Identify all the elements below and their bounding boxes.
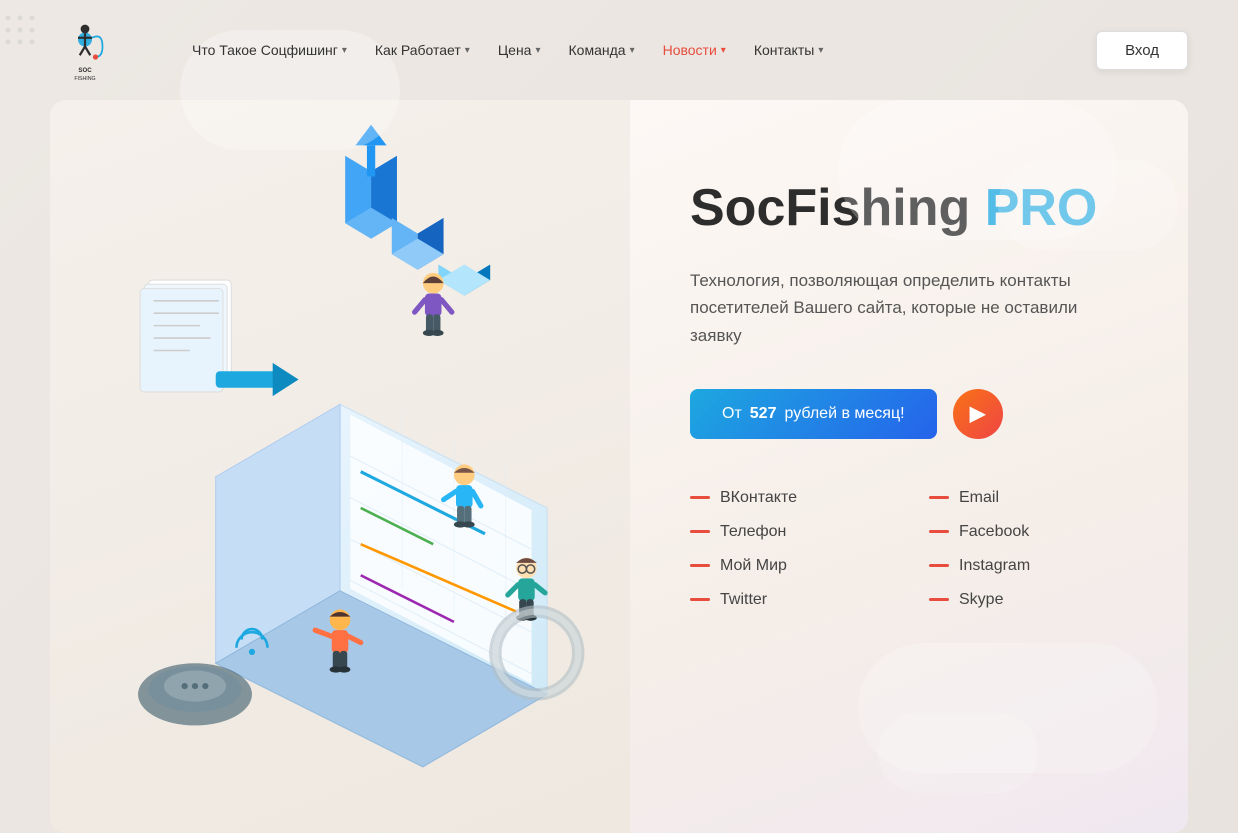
main-nav: Что Такое Соцфишинг ▾ Как Работает ▾ Цен… xyxy=(180,34,1096,66)
contacts-grid: ВКонтакте Email Телефон Facebook Мой Мир xyxy=(690,489,1128,609)
nav-item-news[interactable]: Новости ▾ xyxy=(651,34,738,66)
cta-suffix: рублей в месяц! xyxy=(784,405,904,423)
contact-item-instagram[interactable]: Instagram xyxy=(929,557,1128,575)
nav-item-team[interactable]: Команда ▾ xyxy=(557,34,647,66)
cta-prefix: От xyxy=(722,405,742,423)
decorative-dots xyxy=(0,10,40,50)
chevron-down-icon: ▾ xyxy=(465,45,470,56)
login-button[interactable]: Вход xyxy=(1096,31,1188,70)
contact-dash-icon xyxy=(690,530,710,533)
nav-item-price[interactable]: Цена ▾ xyxy=(486,34,553,66)
cta-row: От 527 рублей в месяц! ▶ xyxy=(690,389,1128,439)
svg-text:FISHING: FISHING xyxy=(74,76,95,82)
cta-button[interactable]: От 527 рублей в месяц! xyxy=(690,389,937,439)
contact-item-phone[interactable]: Телефон xyxy=(690,523,889,541)
contact-dash-icon xyxy=(690,496,710,499)
contact-item-email[interactable]: Email xyxy=(929,489,1128,507)
illustration-panel xyxy=(50,100,630,833)
hero-description: Технология, позволяющая определить конта… xyxy=(690,267,1128,349)
chevron-down-icon: ▾ xyxy=(721,45,726,56)
cta-arrow-button[interactable]: ▶ xyxy=(953,389,1003,439)
contact-dash-icon xyxy=(690,564,710,567)
logo[interactable]: SOC FISHING xyxy=(50,15,120,85)
svg-text:SOC: SOC xyxy=(78,67,92,74)
logo-icon: SOC FISHING xyxy=(50,15,120,85)
hero-illustration xyxy=(50,100,630,833)
nav-item-contacts[interactable]: Контакты ▾ xyxy=(742,34,836,66)
contact-item-skype[interactable]: Skype xyxy=(929,591,1128,609)
contact-item-vkontakte[interactable]: ВКонтакте xyxy=(690,489,889,507)
cta-price: 527 xyxy=(750,405,777,423)
contact-item-twitter[interactable]: Twitter xyxy=(690,591,889,609)
chevron-down-icon: ▾ xyxy=(535,45,540,56)
contact-dash-icon xyxy=(929,496,949,499)
contact-dash-icon xyxy=(929,598,949,601)
chevron-down-icon: ▾ xyxy=(818,45,823,56)
contact-item-facebook[interactable]: Facebook xyxy=(929,523,1128,541)
chevron-down-icon: ▾ xyxy=(630,45,635,56)
contact-dash-icon xyxy=(929,564,949,567)
chevron-down-icon: ▾ xyxy=(342,45,347,56)
header: SOC FISHING Что Такое Соцфишинг ▾ Как Ра… xyxy=(50,0,1188,100)
contact-dash-icon xyxy=(929,530,949,533)
nav-item-how-works[interactable]: Как Работает ▾ xyxy=(363,34,482,66)
contact-dash-icon xyxy=(690,598,710,601)
play-icon: ▶ xyxy=(970,401,985,426)
header-actions: Вход xyxy=(1096,31,1188,70)
nav-item-socfishing[interactable]: Что Такое Соцфишинг ▾ xyxy=(180,34,359,66)
contact-item-moi-mir[interactable]: Мой Мир xyxy=(690,557,889,575)
